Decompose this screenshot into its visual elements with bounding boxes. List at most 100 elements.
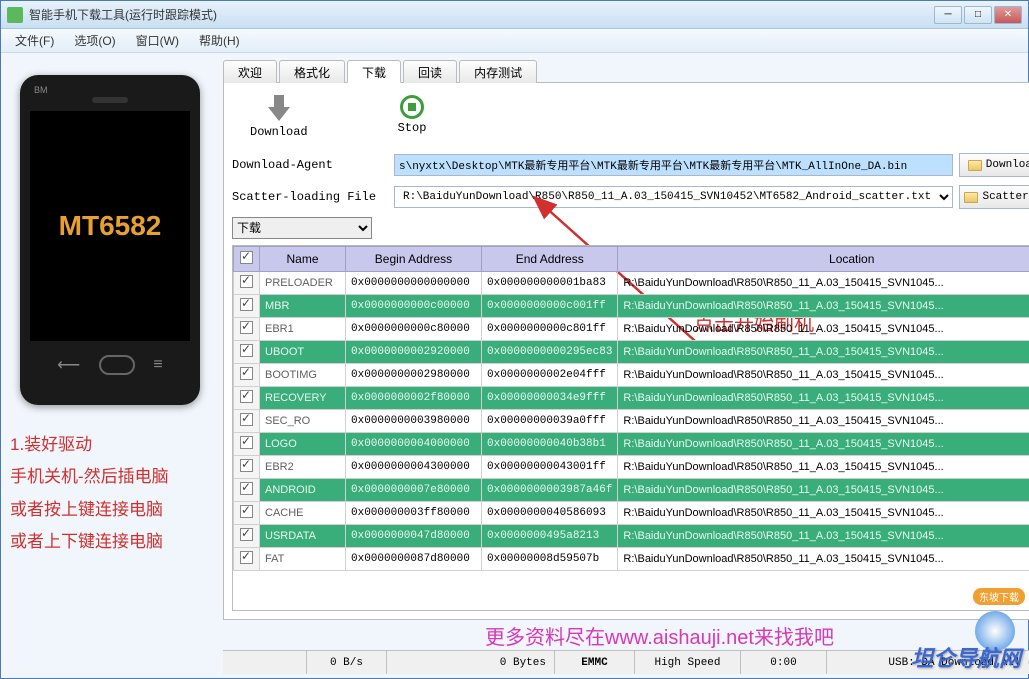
checkbox-icon[interactable]: [240, 298, 253, 311]
checkbox-icon[interactable]: [240, 390, 253, 403]
download-agent-browse-button[interactable]: Download Agent: [959, 153, 1029, 177]
table-row[interactable]: MBR0x0000000000c000000x0000000000c001ffR…: [234, 295, 1029, 318]
row-checkbox[interactable]: [234, 502, 260, 525]
row-checkbox[interactable]: [234, 479, 260, 502]
table-row[interactable]: SEC_RO0x00000000039800000x00000000039a0f…: [234, 410, 1029, 433]
phone-buttons: ⟵ ≡: [30, 355, 190, 375]
row-name: FAT: [260, 548, 346, 571]
checkbox-icon[interactable]: [240, 459, 253, 472]
table-row[interactable]: USRDATA0x0000000047d800000x0000000495a82…: [234, 525, 1029, 548]
header-checkbox[interactable]: [234, 247, 260, 272]
table-row[interactable]: EBR20x00000000043000000x00000000043001ff…: [234, 456, 1029, 479]
row-location: R:\BaiduYunDownload\R850\R850_11_A.03_15…: [618, 479, 1029, 502]
row-begin: 0x0000000004300000: [346, 456, 482, 479]
status-time: 0:00: [741, 651, 827, 674]
menu-window[interactable]: 窗口(W): [126, 29, 189, 52]
row-begin: 0x0000000000c80000: [346, 318, 482, 341]
download-agent-row: Download-Agent Download Agent: [232, 153, 1029, 177]
main-area: BM MT6582 ⟵ ≡ 1.装好驱动 手机关机-然后插电脑 或者按上键连接电…: [1, 53, 1028, 678]
row-checkbox[interactable]: [234, 387, 260, 410]
row-checkbox[interactable]: [234, 525, 260, 548]
row-checkbox[interactable]: [234, 364, 260, 387]
row-location: R:\BaiduYunDownload\R850\R850_11_A.03_15…: [618, 341, 1029, 364]
phone-screen: MT6582: [30, 111, 190, 341]
menubar: 文件(F) 选项(O) 窗口(W) 帮助(H): [1, 29, 1028, 53]
table-row[interactable]: BOOTIMG0x00000000029800000x0000000002e04…: [234, 364, 1029, 387]
folder-icon: [968, 160, 982, 171]
table-row[interactable]: CACHE0x000000003ff800000x000000004058609…: [234, 502, 1029, 525]
row-checkbox[interactable]: [234, 548, 260, 571]
check-all-icon[interactable]: [240, 251, 253, 264]
download-button[interactable]: Download: [250, 95, 308, 139]
menu-help[interactable]: 帮助(H): [189, 29, 250, 52]
row-location: R:\BaiduYunDownload\R850\R850_11_A.03_15…: [618, 318, 1029, 341]
checkbox-icon[interactable]: [240, 275, 253, 288]
checkbox-icon[interactable]: [240, 321, 253, 334]
menu-options[interactable]: 选项(O): [64, 29, 125, 52]
statusbar: 0 B/s 0 Bytes EMMC High Speed 0:00 USB: …: [223, 650, 1029, 674]
table-row[interactable]: RECOVERY0x0000000002f800000x00000000034e…: [234, 387, 1029, 410]
phone-illustration: BM MT6582 ⟵ ≡: [20, 75, 200, 405]
mode-select[interactable]: 下载: [232, 217, 372, 239]
row-begin: 0x0000000000000000: [346, 272, 482, 295]
row-checkbox[interactable]: [234, 318, 260, 341]
table-row[interactable]: ANDROID0x0000000007e800000x0000000003987…: [234, 479, 1029, 502]
row-begin: 0x0000000003980000: [346, 410, 482, 433]
scatter-label: Scatter-loading File: [232, 190, 388, 204]
minimize-button[interactable]: ─: [934, 6, 962, 24]
tab-2[interactable]: 下载: [347, 60, 401, 83]
instruction-line-2: 手机关机-然后插电脑: [10, 461, 210, 493]
window-title: 智能手机下载工具(运行时跟踪模式): [29, 6, 934, 23]
row-end: 0x0000000000295ec83: [482, 341, 618, 364]
phone-home-icon: [99, 355, 135, 375]
row-end: 0x0000000002e04fff: [482, 364, 618, 387]
row-checkbox[interactable]: [234, 341, 260, 364]
stop-button[interactable]: Stop: [398, 95, 427, 139]
row-begin: 0x0000000002920000: [346, 341, 482, 364]
row-checkbox[interactable]: [234, 456, 260, 479]
download-agent-input[interactable]: [394, 154, 953, 176]
row-checkbox[interactable]: [234, 433, 260, 456]
table-row[interactable]: FAT0x0000000087d800000x00000008d59507bR:…: [234, 548, 1029, 571]
instruction-line-3: 或者按上键连接电脑: [10, 494, 210, 526]
row-end: 0x0000000495a8213: [482, 525, 618, 548]
row-name: UBOOT: [260, 341, 346, 364]
checkbox-icon[interactable]: [240, 413, 253, 426]
menu-file[interactable]: 文件(F): [5, 29, 64, 52]
row-name: SEC_RO: [260, 410, 346, 433]
checkbox-icon[interactable]: [240, 344, 253, 357]
table-row[interactable]: EBR10x0000000000c800000x0000000000c801ff…: [234, 318, 1029, 341]
stop-icon: [400, 95, 424, 119]
checkbox-icon[interactable]: [240, 367, 253, 380]
status-usb: USB: DA Download All (: [827, 651, 1029, 674]
row-checkbox[interactable]: [234, 272, 260, 295]
scatter-file-select[interactable]: R:\BaiduYunDownload\R850\R850_11_A.03_15…: [394, 186, 953, 208]
tab-1[interactable]: 格式化: [279, 60, 345, 83]
row-name: USRDATA: [260, 525, 346, 548]
checkbox-icon[interactable]: [240, 482, 253, 495]
tab-0[interactable]: 欢迎: [223, 60, 277, 83]
stop-label: Stop: [398, 121, 427, 135]
checkbox-icon[interactable]: [240, 551, 253, 564]
row-name: EBR2: [260, 456, 346, 479]
instruction-line-1: 1.装好驱动: [10, 429, 210, 461]
row-location: R:\BaiduYunDownload\R850\R850_11_A.03_15…: [618, 433, 1029, 456]
maximize-button[interactable]: □: [964, 6, 992, 24]
table-row[interactable]: PRELOADER0x00000000000000000x00000000000…: [234, 272, 1029, 295]
table-row[interactable]: UBOOT0x00000000029200000x0000000000295ec…: [234, 341, 1029, 364]
table-row[interactable]: LOGO0x00000000040000000x00000000040b38b1…: [234, 433, 1029, 456]
scatter-browse-button[interactable]: Scatter-loading: [959, 185, 1029, 209]
checkbox-icon[interactable]: [240, 528, 253, 541]
checkbox-icon[interactable]: [240, 436, 253, 449]
row-name: CACHE: [260, 502, 346, 525]
phone-back-icon: ⟵: [57, 355, 80, 375]
close-button[interactable]: ✕: [994, 6, 1022, 24]
tab-3[interactable]: 回读: [403, 60, 457, 83]
row-end: 0x0000000003987a46f: [482, 479, 618, 502]
tab-4[interactable]: 内存测试: [459, 60, 537, 83]
row-checkbox[interactable]: [234, 410, 260, 433]
checkbox-icon[interactable]: [240, 505, 253, 518]
row-checkbox[interactable]: [234, 295, 260, 318]
header-name: Name: [260, 247, 346, 272]
row-location: R:\BaiduYunDownload\R850\R850_11_A.03_15…: [618, 502, 1029, 525]
